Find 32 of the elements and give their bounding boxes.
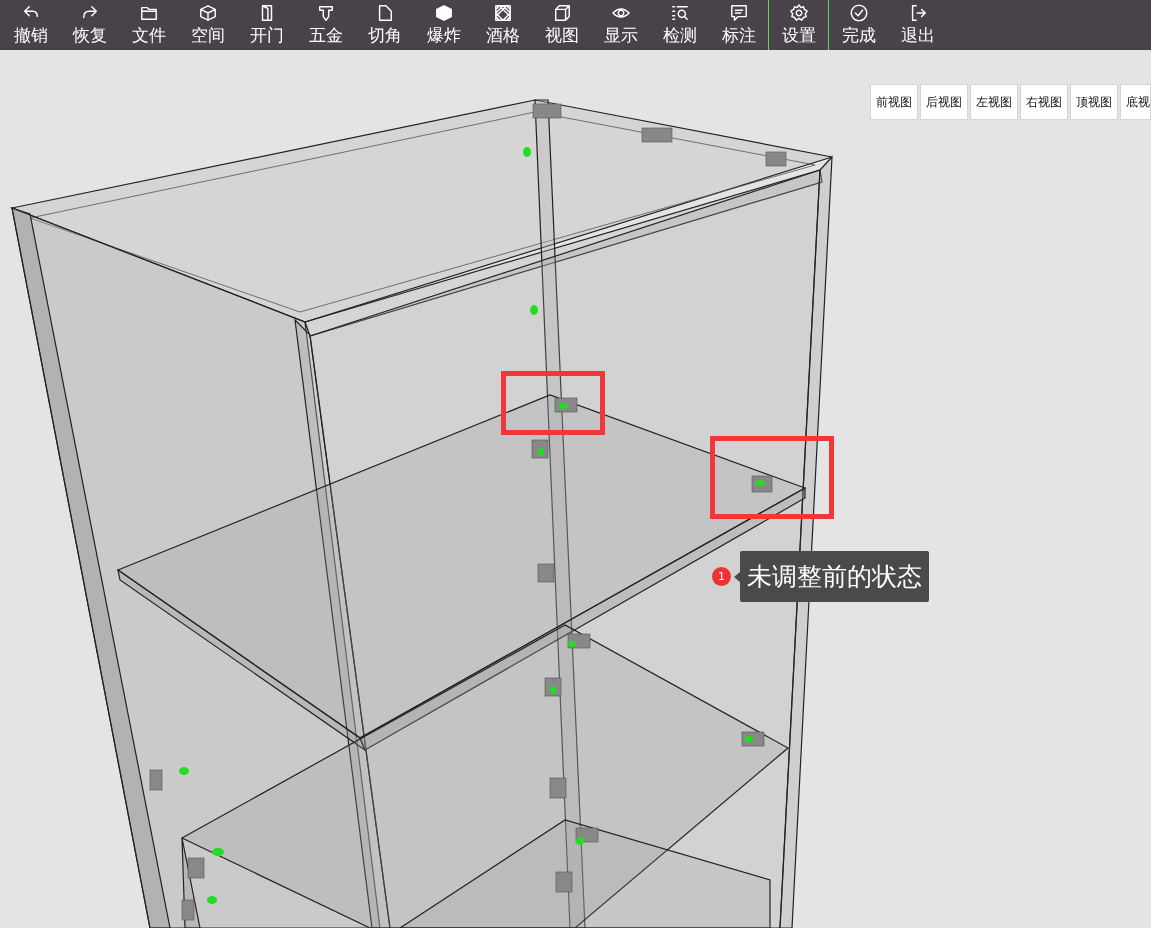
screw-icon xyxy=(316,4,335,22)
view-button[interactable]: 后视图 xyxy=(920,84,968,120)
settings-icon xyxy=(789,4,808,22)
toolbar-button[interactable]: 爆炸 xyxy=(414,0,473,50)
number-badge: 1 xyxy=(712,567,731,586)
view-button[interactable]: 顶视图 xyxy=(1070,84,1118,120)
inspect-list-icon xyxy=(670,4,689,22)
toolbar-button[interactable]: 开门 xyxy=(237,0,296,50)
toolbar-button[interactable]: 视图 xyxy=(532,0,591,50)
toolbar-button[interactable]: 撤销 xyxy=(1,0,60,50)
toolbar-button[interactable]: 检测 xyxy=(650,0,709,50)
toolbar-button[interactable]: 显示 xyxy=(591,0,650,50)
toolbar-button[interactable]: 空间 xyxy=(178,0,237,50)
comment-icon xyxy=(729,4,748,22)
toolbar-button[interactable]: 恢复 xyxy=(60,0,119,50)
folder-icon xyxy=(139,4,158,22)
toolbar-button[interactable]: 完成 xyxy=(829,0,888,50)
toolbar-button[interactable]: 设置 xyxy=(769,0,828,50)
callout-label: 未调整前的状态 xyxy=(740,551,929,602)
toolbar-button[interactable]: 酒格 xyxy=(473,0,532,50)
lattice-icon xyxy=(493,4,512,22)
cube-icon xyxy=(198,4,217,22)
wireframe-cube-icon xyxy=(552,4,571,22)
toolbar-button[interactable]: 退出 xyxy=(888,0,947,50)
toolbar-button[interactable]: 切角 xyxy=(355,0,414,50)
view-button[interactable]: 前视图 xyxy=(870,84,918,120)
toolbar-button[interactable]: 五金 xyxy=(296,0,355,50)
view-button[interactable]: 底视 xyxy=(1120,84,1151,120)
view-button[interactable]: 右视图 xyxy=(1020,84,1068,120)
toolbar-button[interactable]: 文件 xyxy=(119,0,178,50)
toolbar-button[interactable]: 标注 xyxy=(709,0,768,50)
view-button[interactable]: 左视图 xyxy=(970,84,1018,120)
